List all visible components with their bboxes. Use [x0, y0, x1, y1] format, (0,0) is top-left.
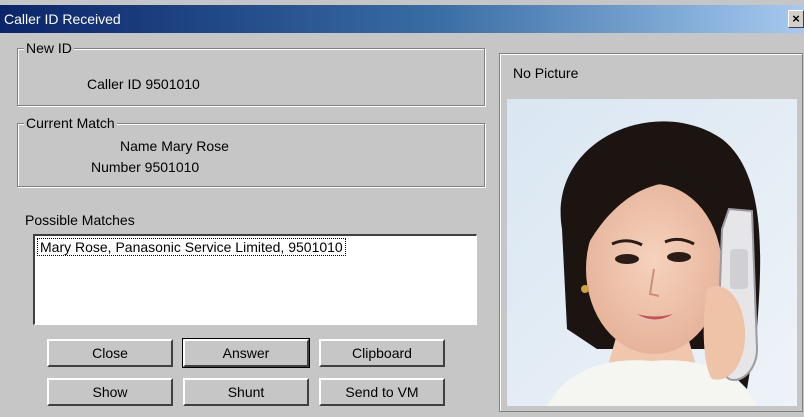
close-button[interactable]: Close — [47, 339, 173, 367]
close-icon[interactable]: × — [788, 10, 804, 28]
current-match-legend: Current Match — [24, 115, 117, 131]
caller-id-dialog: Caller ID Received × New ID Caller ID 95… — [0, 0, 804, 417]
caller-id-value: Caller ID 9501010 — [87, 76, 200, 92]
match-number: Number 9501010 — [91, 159, 200, 175]
title-bar[interactable]: Caller ID Received × — [0, 5, 804, 33]
new-id-legend: New ID — [24, 40, 74, 56]
no-picture-caption: No Picture — [513, 65, 579, 81]
match-name: Name Mary Rose — [120, 138, 229, 154]
list-item[interactable]: Mary Rose, Panasonic Service Limited, 95… — [37, 238, 346, 256]
picture-panel: No Picture — [499, 53, 803, 412]
shunt-button[interactable]: Shunt — [183, 378, 309, 406]
answer-button[interactable]: Answer — [182, 338, 310, 368]
window-title: Caller ID Received — [4, 11, 121, 27]
new-id-group: New ID Caller ID 9501010 — [17, 40, 485, 106]
possible-matches-list[interactable]: Mary Rose, Panasonic Service Limited, 95… — [33, 234, 477, 325]
show-button[interactable]: Show — [47, 378, 173, 406]
current-match-group: Current Match Name Mary Rose Number 9501… — [17, 115, 485, 187]
possible-matches-label: Possible Matches — [25, 212, 135, 228]
send-to-vm-button[interactable]: Send to VM — [319, 378, 445, 406]
caller-photo — [507, 99, 797, 406]
clipboard-button[interactable]: Clipboard — [319, 339, 445, 367]
